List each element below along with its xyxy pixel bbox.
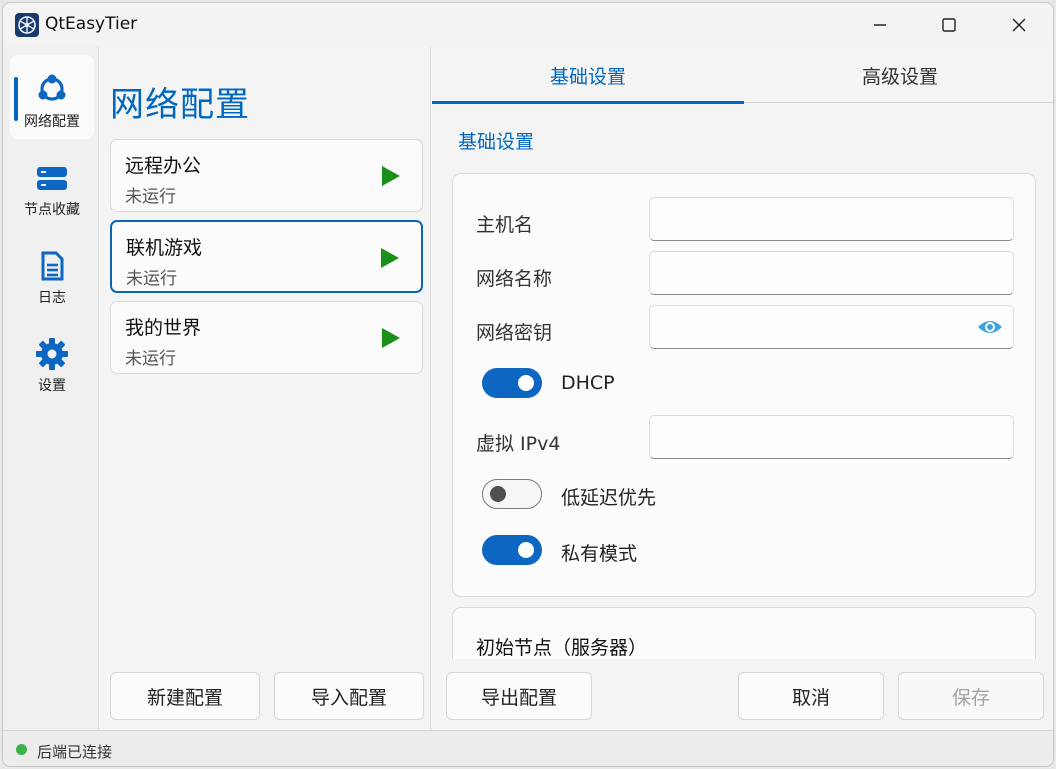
private-mode-label: 私有模式: [561, 543, 638, 565]
maximize-button[interactable]: [914, 3, 984, 47]
tab-underline: [432, 101, 744, 104]
document-icon: [41, 251, 64, 281]
toggle-knob: [490, 486, 506, 502]
settings-tabs: 基础设置 高级设置: [432, 47, 1053, 104]
side-nav: 网络配置 节点收藏 日志 设置: [3, 47, 99, 730]
play-icon[interactable]: [380, 164, 402, 188]
network-secret-label: 网络密钥: [476, 322, 553, 344]
low-latency-label: 低延迟优先: [561, 487, 657, 509]
nav-item-settings[interactable]: 设置: [10, 319, 94, 403]
nav-label: 网络配置: [24, 114, 80, 130]
save-button[interactable]: 保存: [898, 672, 1044, 720]
network-name-label: 网络名称: [476, 268, 553, 290]
config-card-remote-office[interactable]: 远程办公 未运行: [110, 139, 423, 212]
window-title: QtEasyTier: [45, 14, 138, 34]
title-bar: QtEasyTier: [3, 3, 1053, 47]
initial-peers-group: 初始节点（服务器）: [452, 607, 1036, 667]
play-icon[interactable]: [380, 326, 402, 350]
config-name: 我的世界: [125, 317, 202, 339]
config-list-panel: 网络配置 远程办公 未运行 联机游戏 未运行 我的世界 未运行 新建配置 导入配…: [100, 47, 431, 730]
play-icon[interactable]: [379, 246, 401, 270]
import-config-button[interactable]: 导入配置: [274, 672, 424, 720]
nav-label: 节点收藏: [24, 202, 80, 218]
config-name: 联机游戏: [126, 237, 203, 259]
tab-basic-settings[interactable]: 基础设置: [432, 47, 744, 104]
low-latency-toggle[interactable]: [482, 479, 542, 509]
config-status: 未运行: [125, 349, 176, 369]
network-name-input[interactable]: [649, 251, 1014, 295]
config-card-minecraft[interactable]: 我的世界 未运行: [110, 301, 423, 374]
dhcp-toggle[interactable]: [482, 368, 542, 398]
toggle-knob: [518, 542, 534, 558]
ipv4-label: 虚拟 IPv4: [476, 433, 561, 455]
app-window: QtEasyTier 网络配置 节点收藏 日志 设置 网络配置 远程办公 未运行…: [2, 2, 1054, 767]
toggle-knob: [518, 375, 534, 391]
app-logo-icon: [15, 13, 39, 37]
tab-advanced-settings[interactable]: 高级设置: [744, 47, 1053, 103]
initial-peers-title: 初始节点（服务器）: [476, 637, 648, 659]
nav-item-network-config[interactable]: 网络配置: [10, 55, 94, 139]
hostname-input[interactable]: [649, 197, 1014, 241]
page-title: 网络配置: [110, 85, 250, 125]
status-text: 后端已连接: [37, 743, 113, 761]
nav-label: 设置: [38, 378, 66, 394]
connection-status-icon: [16, 744, 27, 755]
basic-settings-group: 主机名 网络名称 网络密钥 DHCP 虚拟 IPv4 低延迟优先 私有模式: [452, 173, 1036, 597]
config-status: 未运行: [126, 269, 177, 289]
active-indicator: [14, 77, 18, 121]
nav-label: 日志: [38, 290, 66, 306]
minimize-icon: [874, 24, 886, 26]
maximize-icon: [942, 18, 956, 32]
network-secret-input[interactable]: [649, 305, 1014, 349]
network-icon: [38, 74, 66, 101]
new-config-button[interactable]: 新建配置: [110, 672, 260, 720]
eye-icon[interactable]: [977, 316, 1003, 338]
cancel-button[interactable]: 取消: [738, 672, 884, 720]
gear-icon: [36, 338, 68, 370]
config-card-online-game[interactable]: 联机游戏 未运行: [110, 220, 423, 293]
config-name: 远程办公: [125, 155, 202, 177]
close-icon: [1012, 18, 1026, 32]
nav-item-node-favorites[interactable]: 节点收藏: [10, 143, 94, 227]
export-config-button[interactable]: 导出配置: [446, 672, 592, 720]
minimize-button[interactable]: [845, 3, 915, 47]
footer-bar: 导出配置 取消 保存: [432, 659, 1053, 730]
status-bar: 后端已连接: [3, 730, 1053, 766]
private-mode-toggle[interactable]: [482, 535, 542, 565]
dhcp-label: DHCP: [561, 372, 615, 394]
section-title: 基础设置: [458, 131, 535, 153]
tab-label: 高级设置: [861, 65, 938, 88]
tab-label: 基础设置: [549, 65, 626, 88]
settings-pane: 基础设置 高级设置 基础设置 主机名 网络名称 网络密钥 DHCP 虚拟 IPv…: [432, 47, 1053, 730]
server-icon: [37, 167, 67, 190]
hostname-label: 主机名: [476, 214, 534, 236]
close-button[interactable]: [984, 3, 1053, 47]
nav-item-logs[interactable]: 日志: [10, 231, 94, 315]
config-status: 未运行: [125, 187, 176, 207]
ipv4-input[interactable]: [649, 415, 1014, 459]
